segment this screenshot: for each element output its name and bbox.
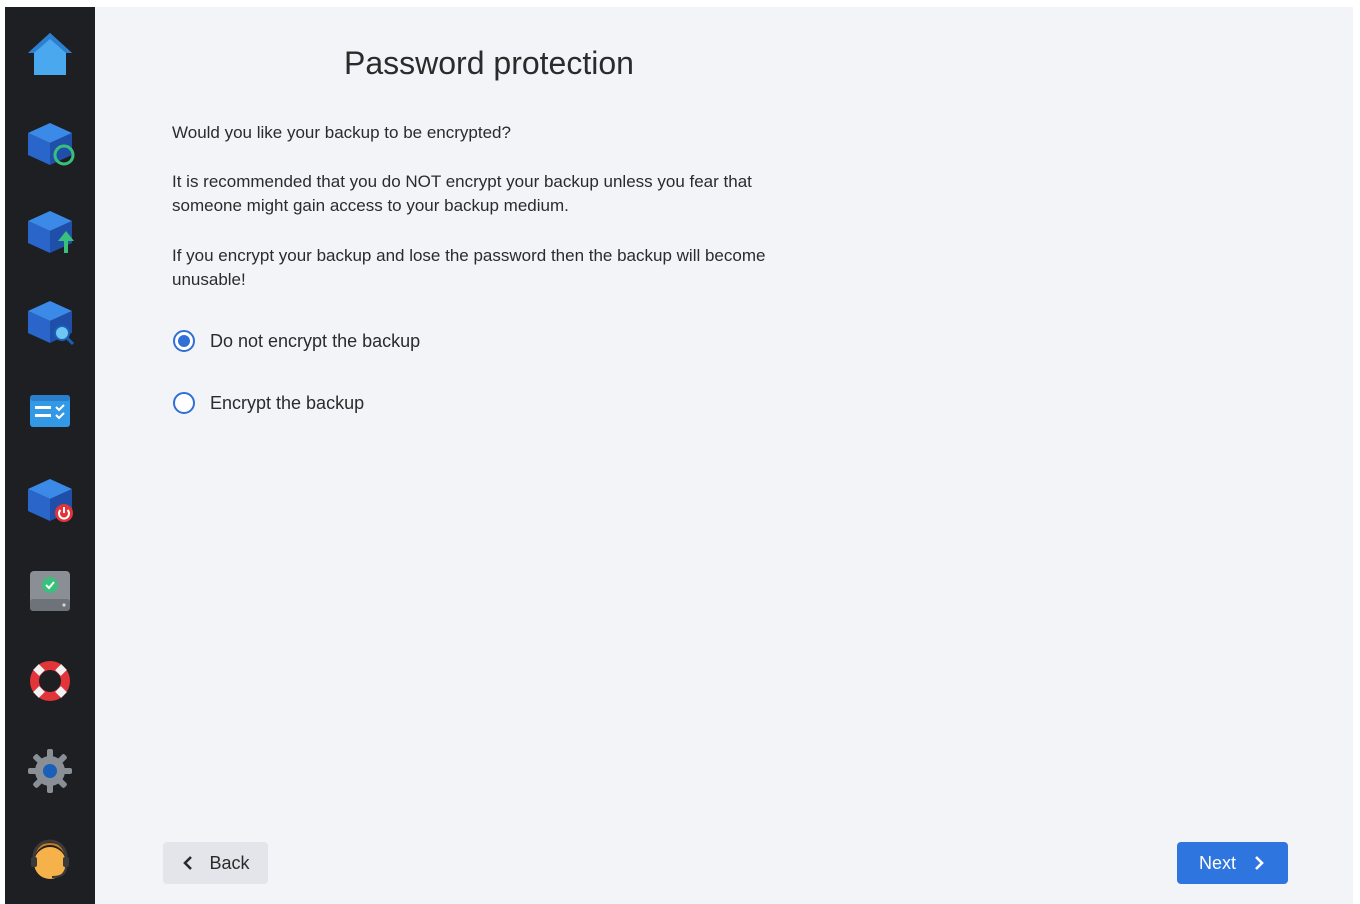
page-title: Password protection — [344, 45, 634, 81]
backup-upload-icon — [28, 211, 74, 253]
sidebar-item-help[interactable] — [18, 649, 82, 713]
option-encrypt[interactable]: Encrypt the backup — [173, 388, 364, 418]
backup-power-icon — [28, 479, 73, 522]
sidebar-item-settings[interactable] — [18, 739, 82, 803]
sidebar-item-browse[interactable] — [18, 289, 82, 353]
sidebar-item-backup[interactable] — [18, 111, 82, 175]
warning-text: If you encrypt your backup and lose the … — [172, 246, 766, 289]
lifebuoy-icon — [30, 661, 70, 701]
sidebar-item-shutdown[interactable] — [18, 467, 82, 531]
drive-check-icon — [30, 571, 70, 611]
support-agent-icon — [31, 839, 69, 879]
radio-button-selected[interactable] — [173, 330, 195, 352]
back-label: Back — [209, 852, 250, 873]
sidebar-item-home[interactable] — [18, 23, 82, 87]
app-window: Password protection Would you like your … — [5, 7, 1353, 904]
radio-dot — [178, 335, 190, 347]
option-no-encryption[interactable]: Do not encrypt the backup — [173, 326, 420, 356]
next-button[interactable]: Next — [1177, 842, 1288, 884]
recommendation-text: It is recommended that you do NOT encryp… — [172, 172, 752, 215]
next-label: Next — [1198, 852, 1236, 873]
backup-refresh-icon — [28, 123, 75, 166]
chevron-right-icon — [1255, 856, 1264, 870]
home-icon — [28, 33, 72, 75]
wizard-content: Password protection Would you like your … — [95, 7, 1353, 904]
chevron-left-icon — [183, 856, 193, 870]
back-button[interactable]: Back — [163, 842, 268, 884]
task-list-icon — [30, 395, 70, 427]
sidebar-item-tasks[interactable] — [18, 379, 82, 443]
gear-icon — [28, 749, 72, 793]
sidebar-item-restore[interactable] — [18, 199, 82, 263]
question-text: Would you like your backup to be encrypt… — [172, 123, 511, 142]
sidebar-item-drive[interactable] — [18, 559, 82, 623]
sidebar-item-support[interactable] — [18, 829, 82, 893]
option-label: Encrypt the backup — [210, 392, 365, 413]
sidebar — [5, 7, 95, 904]
radio-button-unselected[interactable] — [173, 392, 195, 414]
option-label: Do not encrypt the backup — [210, 330, 421, 351]
backup-search-icon — [28, 301, 75, 346]
